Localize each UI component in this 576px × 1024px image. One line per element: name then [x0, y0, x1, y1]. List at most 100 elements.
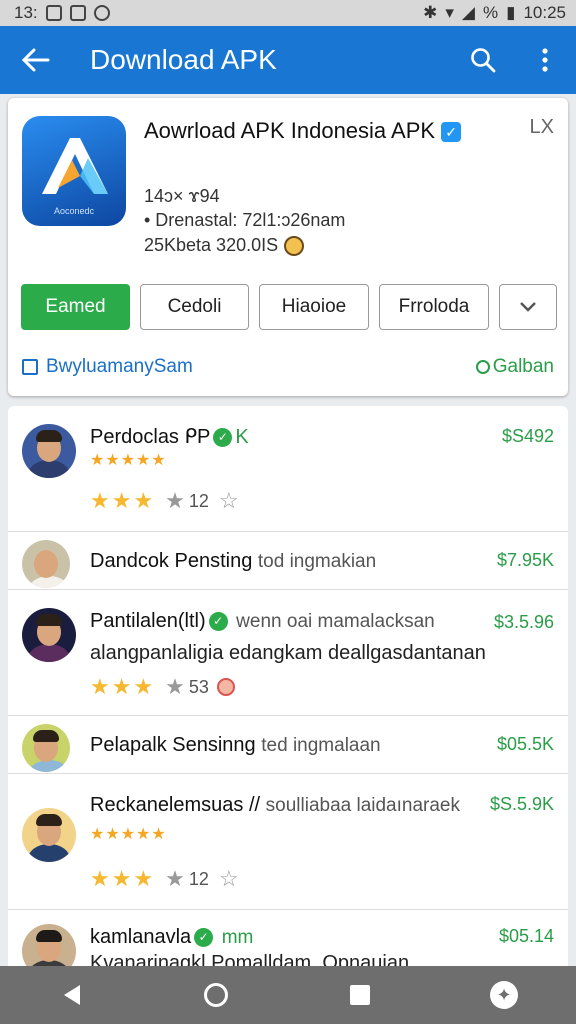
verified-check-icon: ✓: [208, 612, 228, 632]
notification-settings-icon: [93, 5, 110, 21]
battery-percent: %: [482, 3, 499, 22]
bluetooth-icon: ✱: [423, 3, 438, 22]
verified-check-icon: ✓: [194, 928, 214, 948]
list-item[interactable]: kamlanavla ✓ mm Kvanarinagkl Pomalldam. O…: [8, 910, 568, 966]
app-date: • Drenastal: 72l1:ɔ26nam: [144, 210, 346, 230]
app-bar: Download APK: [0, 26, 576, 94]
rating: ★★★ ★ 12 ☆: [90, 866, 239, 892]
back-icon[interactable]: [42, 966, 102, 1024]
rating-stars: ★★★: [90, 488, 156, 513]
rating-count: 12: [188, 490, 209, 511]
rating-count: 12: [188, 868, 209, 889]
arrow-left-icon[interactable]: [0, 26, 72, 94]
home-icon[interactable]: [186, 966, 246, 1024]
close-button[interactable]: LX: [530, 116, 554, 139]
app-name: Aowrload APK Indonesia APK ✓: [144, 116, 474, 145]
review-title: Pelapalk Sensinng ted ingmalaan: [90, 734, 381, 757]
fourth-button[interactable]: Frroloda: [379, 284, 489, 330]
more-vert-icon[interactable]: [514, 26, 576, 94]
list-item[interactable]: Perdoclas ᑭP ✓ K ★★★★★ ★★★ ★ 12 ☆ $S492: [8, 406, 568, 532]
review-title: Pantilalen(ltl) ✓ wenn oai mamalacksan: [90, 610, 435, 633]
price: $05.5K: [496, 734, 554, 754]
footer-right-link[interactable]: Galban: [475, 356, 554, 378]
review-name: Perdoclas ᑭP: [90, 426, 211, 448]
list-item[interactable]: Pelapalk Sensinng ted ingmalaan $05.5K: [8, 716, 568, 774]
review-title: Perdoclas ᑭP ✓ K: [90, 424, 249, 449]
recents-icon[interactable]: [330, 966, 390, 1024]
star-icon: ★: [165, 488, 185, 513]
status-bar: 13: ✱ ▾ ◢ % ▮ 10:25: [0, 0, 576, 26]
notification-image-icon: [45, 5, 62, 21]
price: $05.14: [498, 926, 554, 946]
avatar: [22, 540, 70, 588]
list-item[interactable]: Pantilalen(ltl) ✓ wenn oai mamalacksan al…: [8, 590, 568, 716]
app-detail-card: Aoconedc Aowrload APK Indonesia APK ✓ LX …: [8, 98, 568, 396]
stars-icon: ★★★★★: [90, 452, 167, 469]
signal-icon: ◢: [461, 3, 475, 22]
rating: ★★★ ★ 12 ☆: [90, 488, 239, 514]
review-body: Kvanarinagkl Pomalldam. Opnauian: [90, 952, 410, 966]
second-button[interactable]: Cedoli: [140, 284, 249, 330]
emoji-icon: [284, 236, 305, 257]
review-subtitle: soulliabaa laidaınaraek: [265, 795, 461, 816]
chevron-down-icon[interactable]: [499, 284, 557, 330]
review-name: Dandcok Pensting: [90, 550, 253, 572]
app-logo-icon: Aoconedc: [22, 116, 126, 226]
avatar: [22, 924, 76, 966]
search-icon[interactable]: [452, 26, 514, 94]
footer-right-label: Galban: [492, 356, 554, 377]
avatar: [22, 424, 76, 478]
price: $S492: [501, 426, 554, 446]
list-item[interactable]: Reckanelemsuas // soulliabaa laidaınarae…: [8, 774, 568, 910]
avatar: [22, 808, 76, 862]
action-buttons: Eamed Cedoli Hiaoioe Frroloda: [21, 284, 557, 330]
avatar: [22, 724, 70, 772]
price: $S.5.9K: [489, 794, 554, 814]
primary-button[interactable]: Eamed: [21, 284, 130, 330]
battery-icon: ▮: [506, 3, 516, 22]
review-body: alangpanlaligia edangkam deallgasdantana…: [90, 642, 486, 664]
third-button[interactable]: Hiaoioe: [259, 284, 369, 330]
stars-icon: ★★★★★: [90, 826, 167, 843]
wifi-icon: ▾: [445, 3, 454, 22]
accessibility-icon[interactable]: ✦: [474, 966, 534, 1024]
review-suffix: K: [235, 426, 249, 448]
footer-left-label: BwyluamanySam: [46, 356, 193, 377]
review-name: Pantilalen(ltl): [90, 610, 206, 632]
page-title: Download APK: [90, 44, 277, 75]
review-list: Perdoclas ᑭP ✓ K ★★★★★ ★★★ ★ 12 ☆ $S492 Da…: [8, 406, 568, 966]
list-item[interactable]: Dandcok Pensting tod ingmakian $7.95K: [8, 532, 568, 590]
app-version-text: 25Kbeta 320.0IS: [144, 235, 279, 255]
review-title: Dandcok Pensting tod ingmakian: [90, 550, 376, 573]
avatar: [22, 608, 76, 662]
price: $3.5.96: [493, 612, 554, 632]
price: $7.95K: [496, 550, 554, 570]
badge-icon: [216, 678, 235, 696]
review-name: kamlanavla: [90, 926, 192, 948]
status-time-left: 13:: [14, 3, 38, 22]
review-subtitle: mm: [221, 927, 254, 948]
rating: ★★★ ★ 53: [90, 674, 235, 700]
star-outline-icon: ☆: [218, 866, 239, 891]
review-title: Reckanelemsuas // soulliabaa laidaınarae…: [90, 794, 460, 817]
review-name: Pelapalk Sensinng: [90, 734, 256, 756]
checkbox-icon[interactable]: [22, 359, 38, 375]
rating-count: 53: [188, 676, 209, 697]
app-icon-brand: Aoconedc: [53, 206, 95, 216]
app-name-text: Aowrload APK Indonesia APK: [144, 118, 436, 143]
star-icon: ★: [165, 866, 185, 891]
review-subtitle: ted ingmalaan: [261, 735, 381, 756]
footer-checkbox-option[interactable]: BwyluamanySam: [22, 356, 193, 378]
verified-check-icon: ✓: [213, 428, 233, 448]
review-subtitle: tod ingmakian: [257, 551, 377, 572]
app-version: 25Kbeta 320.0IS: [144, 235, 305, 257]
system-nav-bar: ✦: [0, 966, 576, 1024]
status-time: 10:25: [523, 3, 566, 22]
review-title: kamlanavla ✓ mm: [90, 926, 253, 949]
star-half-icon: ☆: [218, 488, 239, 513]
review-name: Reckanelemsuas //: [90, 794, 261, 816]
verified-icon: ✓: [441, 122, 462, 143]
app-size: 14ɔ× ɤ94: [144, 186, 220, 206]
card-footer: BwyluamanySam Galban: [22, 356, 554, 378]
review-subtitle: wenn oai mamalacksan: [236, 611, 435, 632]
